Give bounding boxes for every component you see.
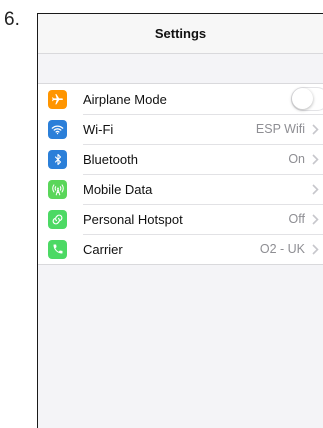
phone-screen: Settings Airplane Mode Wi-Fi ESP Wifi Bl…: [37, 13, 323, 428]
page-title: Settings: [154, 26, 207, 41]
phone-icon: [48, 239, 67, 259]
settings-row-mobile-data[interactable]: Mobile Data: [38, 174, 323, 204]
hotspot-status-value: Off: [288, 212, 305, 226]
settings-list: Airplane Mode Wi-Fi ESP Wifi Bluetooth O…: [38, 83, 323, 265]
chevron-right-icon: [308, 213, 322, 225]
settings-row-personal-hotspot[interactable]: Personal Hotspot Off: [38, 204, 323, 234]
settings-row-label: Airplane Mode: [83, 91, 167, 107]
chevron-right-icon: [308, 123, 322, 135]
chevron-right-icon: [308, 153, 322, 165]
settings-row-airplane-mode[interactable]: Airplane Mode: [38, 84, 323, 114]
settings-row-label: Personal Hotspot: [83, 211, 183, 227]
chevron-right-icon: [308, 243, 322, 255]
toggle-knob: [292, 88, 313, 109]
carrier-value: O2 - UK: [259, 242, 305, 256]
chevron-right-icon: [308, 183, 322, 195]
settings-row-label: Mobile Data: [83, 181, 153, 197]
settings-row-wifi[interactable]: Wi-Fi ESP Wifi: [38, 114, 323, 144]
bluetooth-status-value: On: [288, 152, 305, 166]
airplane-mode-toggle[interactable]: [291, 87, 323, 111]
navigation-bar: Settings: [38, 14, 323, 54]
hotspot-link-icon: [48, 209, 67, 229]
antenna-icon: [48, 179, 67, 199]
settings-row-label: Bluetooth: [83, 151, 138, 167]
wifi-icon: [48, 119, 67, 139]
settings-row-label: Carrier: [83, 241, 123, 257]
settings-row-bluetooth[interactable]: Bluetooth On: [38, 144, 323, 174]
bluetooth-icon: [48, 149, 67, 169]
settings-row-label: Wi-Fi: [83, 121, 114, 137]
settings-row-carrier[interactable]: Carrier O2 - UK: [38, 234, 323, 264]
airplane-icon: [48, 89, 67, 109]
wifi-network-value: ESP Wifi: [255, 122, 305, 136]
step-number: 6.: [4, 9, 20, 30]
